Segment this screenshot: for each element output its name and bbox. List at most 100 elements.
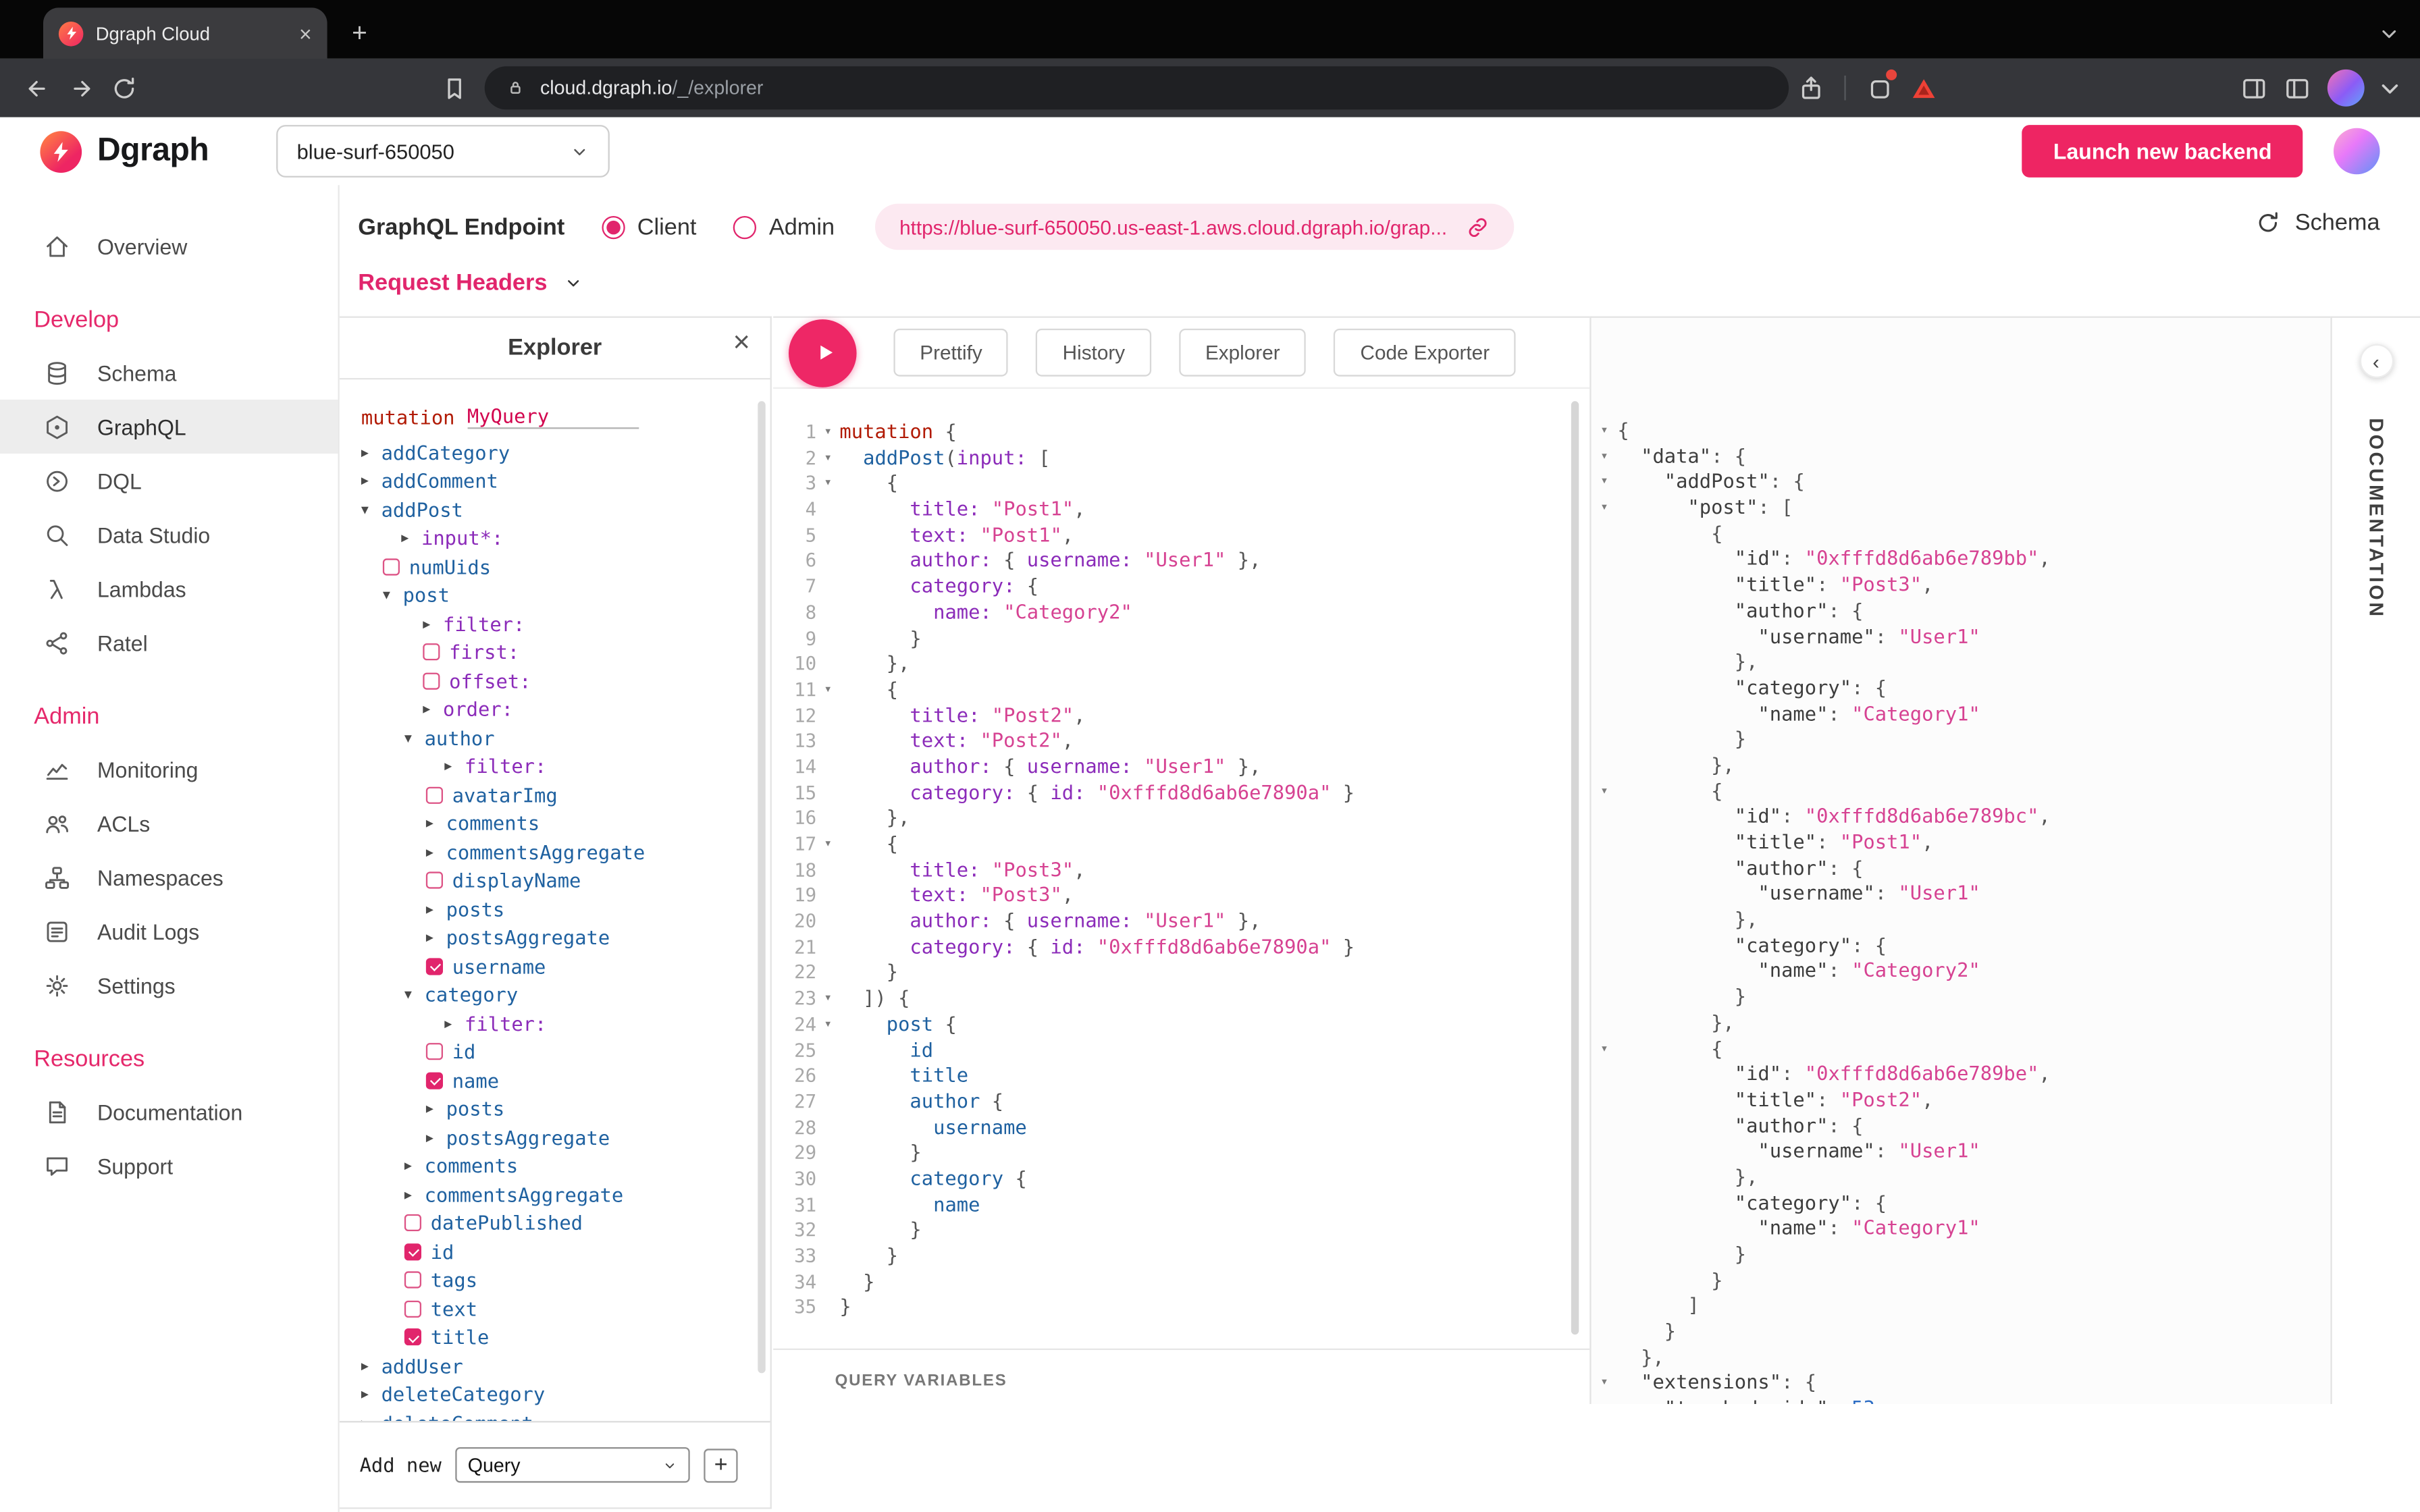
tree-item-deleteComment[interactable]: ▶deleteComment <box>361 1409 770 1421</box>
editor-line[interactable]: 5 text: "Post1", <box>779 522 1589 548</box>
new-tab-button[interactable]: + <box>352 20 367 47</box>
tree-item-id[interactable]: id <box>361 1037 770 1066</box>
close-icon[interactable]: × <box>733 329 749 358</box>
chevron-collapsed-icon[interactable]: ▶ <box>401 531 421 545</box>
editor-line[interactable]: 6 author: { username: "User1" }, <box>779 548 1589 574</box>
editor-line[interactable]: 7 category: { <box>779 574 1589 600</box>
sidebar-item-ratel[interactable]: Ratel <box>0 616 338 670</box>
explorer-scrollbar[interactable] <box>758 401 765 1373</box>
tree-item-input[interactable]: ▶input*: <box>361 524 770 552</box>
checkbox-unchecked[interactable] <box>404 1214 421 1231</box>
open-docs-chevron-icon[interactable]: ‹ <box>2359 344 2393 378</box>
editor-line[interactable]: 10 }, <box>779 651 1589 677</box>
launch-new-backend-button[interactable]: Launch new backend <box>2022 125 2303 178</box>
refresh-schema-button[interactable]: Schema <box>2255 210 2379 236</box>
chevron-collapsed-icon[interactable]: ▶ <box>426 931 446 945</box>
profile-chevron-icon[interactable] <box>2373 66 2404 109</box>
forward-button[interactable] <box>59 66 102 109</box>
query-variables-section[interactable]: QUERY VARIABLES <box>773 1349 1589 1404</box>
sidebar-item-documentation[interactable]: Documentation <box>0 1085 338 1139</box>
editor-line[interactable]: 27 author { <box>779 1089 1589 1114</box>
tree-item-posts[interactable]: ▶posts <box>361 1095 770 1123</box>
editor-line[interactable]: 31 name <box>779 1192 1589 1218</box>
editor-line[interactable]: 30 category { <box>779 1166 1589 1192</box>
fold-arrow-icon[interactable]: ▾ <box>816 446 839 471</box>
editor-line[interactable]: 33 } <box>779 1243 1589 1269</box>
chevron-collapsed-icon[interactable]: ▶ <box>361 1387 382 1401</box>
tree-item-offset[interactable]: offset: <box>361 666 770 695</box>
tree-item-posts[interactable]: ▶posts <box>361 895 770 923</box>
tree-item-commentsAggregate[interactable]: ▶commentsAggregate <box>361 838 770 866</box>
chevron-collapsed-icon[interactable]: ▶ <box>444 1017 465 1031</box>
chevron-collapsed-icon[interactable]: ▶ <box>444 759 465 774</box>
tree-item-postsAggregate[interactable]: ▶postsAggregate <box>361 1123 770 1152</box>
tree-item-numUids[interactable]: numUids <box>361 552 770 580</box>
checkbox-unchecked[interactable] <box>423 672 440 689</box>
editor-line[interactable]: 15 category: { id: "0xfffd8d6ab6e7890a" … <box>779 780 1589 806</box>
prettify-button[interactable]: Prettify <box>893 329 1008 377</box>
editor-line[interactable]: 18 title: "Post3", <box>779 857 1589 883</box>
explorer-button[interactable]: Explorer <box>1179 329 1306 377</box>
tree-item-filter[interactable]: ▶filter: <box>361 1009 770 1037</box>
editor-line[interactable]: 22 } <box>779 961 1589 986</box>
editor-line[interactable]: 13 text: "Post2", <box>779 728 1589 754</box>
execute-query-button[interactable] <box>789 319 857 387</box>
tree-item-tags[interactable]: tags <box>361 1266 770 1294</box>
side-panel-icon[interactable] <box>2232 66 2275 109</box>
tree-item-username[interactable]: username <box>361 952 770 980</box>
chevron-collapsed-icon[interactable]: ▶ <box>361 1416 382 1421</box>
fold-arrow-icon[interactable]: ▾ <box>1592 1371 1618 1397</box>
sidebar-item-graphql[interactable]: GraphQL <box>0 400 338 454</box>
share-icon[interactable] <box>1789 66 1832 109</box>
editor-line[interactable]: 25 id <box>779 1037 1589 1063</box>
fold-arrow-icon[interactable]: ▾ <box>1592 470 1618 495</box>
fold-arrow-icon[interactable]: ▾ <box>816 677 839 703</box>
tab-search-chevron-icon[interactable] <box>2377 22 2402 47</box>
reload-button[interactable] <box>102 66 145 109</box>
bookmark-icon[interactable] <box>432 66 475 109</box>
reading-list-icon[interactable] <box>2275 66 2318 109</box>
editor-line[interactable]: 35} <box>779 1295 1589 1321</box>
tree-item-id[interactable]: id <box>361 1237 770 1266</box>
fold-arrow-icon[interactable]: ▾ <box>816 986 839 1012</box>
editor-line[interactable]: 29 } <box>779 1141 1589 1166</box>
editor-line[interactable]: 14 author: { username: "User1" }, <box>779 755 1589 780</box>
chevron-expanded-icon[interactable]: ▼ <box>383 588 403 602</box>
editor-scrollbar[interactable] <box>1571 401 1579 1334</box>
chevron-collapsed-icon[interactable]: ▶ <box>426 1102 446 1116</box>
chevron-collapsed-icon[interactable]: ▶ <box>361 474 382 488</box>
checkbox-unchecked[interactable] <box>404 1272 421 1289</box>
checkbox-unchecked[interactable] <box>426 872 443 889</box>
tree-item-first[interactable]: first: <box>361 638 770 666</box>
tree-item-addComment[interactable]: ▶addComment <box>361 466 770 495</box>
chevron-collapsed-icon[interactable]: ▶ <box>361 446 382 460</box>
chevron-collapsed-icon[interactable]: ▶ <box>404 1159 425 1173</box>
fold-arrow-icon[interactable]: ▾ <box>816 471 839 497</box>
chevron-expanded-icon[interactable]: ▼ <box>361 503 382 517</box>
editor-line[interactable]: 3▾ { <box>779 471 1589 497</box>
tree-item-name[interactable]: name <box>361 1066 770 1094</box>
add-new-type-select[interactable]: Query <box>455 1447 689 1483</box>
editor-line[interactable]: 1▾mutation { <box>779 420 1589 446</box>
tree-item-text[interactable]: text <box>361 1295 770 1323</box>
browser-profile-avatar[interactable] <box>2327 70 2365 107</box>
extension-icon[interactable] <box>1858 66 1901 109</box>
sidebar-item-acls[interactable]: ACLs <box>0 796 338 850</box>
fold-arrow-icon[interactable]: ▾ <box>1592 418 1618 443</box>
fold-arrow-icon[interactable]: ▾ <box>1592 1036 1618 1062</box>
site-security-lock-icon[interactable] <box>504 77 526 99</box>
tree-item-filter[interactable]: ▶filter: <box>361 752 770 780</box>
query-editor[interactable]: 1▾mutation {2▾ addPost(input: [3▾ {4 tit… <box>773 389 1589 1349</box>
code-exporter-button[interactable]: Code Exporter <box>1334 329 1516 377</box>
fold-arrow-icon[interactable]: ▾ <box>1592 444 1618 470</box>
chevron-collapsed-icon[interactable]: ▶ <box>426 902 446 917</box>
tree-item-title[interactable]: title <box>361 1323 770 1351</box>
editor-line[interactable]: 34 } <box>779 1269 1589 1295</box>
tree-item-addUser[interactable]: ▶addUser <box>361 1351 770 1380</box>
checkbox-unchecked[interactable] <box>426 786 443 803</box>
editor-line[interactable]: 4 title: "Post1", <box>779 497 1589 522</box>
radio-client[interactable]: Client <box>602 214 696 240</box>
tree-item-order[interactable]: ▶order: <box>361 695 770 724</box>
editor-line[interactable]: 19 text: "Post3", <box>779 883 1589 909</box>
chevron-collapsed-icon[interactable]: ▶ <box>426 817 446 831</box>
